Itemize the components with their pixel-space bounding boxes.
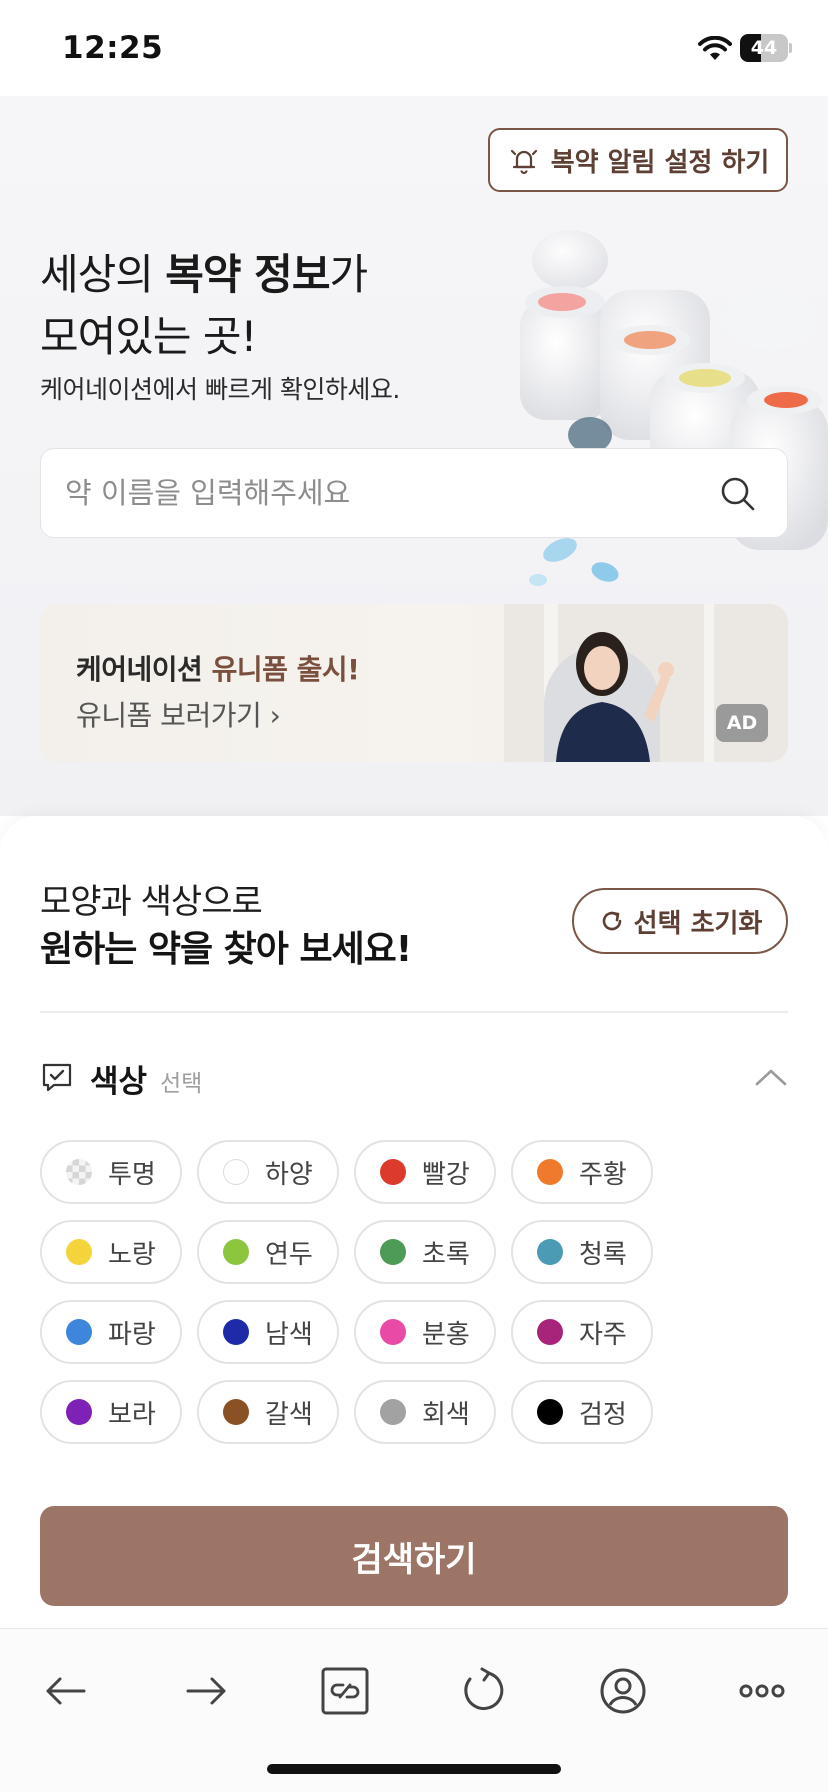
back-icon xyxy=(46,1677,86,1705)
medication-alarm-button[interactable]: 복약 알림 설정 하기 xyxy=(488,128,788,192)
search-icon[interactable] xyxy=(719,475,757,513)
battery-icon: 44 xyxy=(740,34,792,62)
home-indicator xyxy=(267,1764,561,1774)
color-swatch xyxy=(537,1159,563,1185)
color-chip-label: 빨강 xyxy=(422,1159,470,1190)
color-chip-label: 주황 xyxy=(579,1159,627,1190)
color-chip[interactable]: 분홍 xyxy=(354,1300,496,1364)
status-time: 12:25 xyxy=(62,30,164,66)
profile-icon xyxy=(600,1668,646,1714)
profile-button[interactable] xyxy=(591,1659,655,1723)
hero-title-line2: 모여있는 곳! xyxy=(40,312,257,361)
color-chip[interactable]: 연두 xyxy=(197,1220,339,1284)
more-button[interactable] xyxy=(730,1659,794,1723)
banner-title-pre: 케어네이션 xyxy=(76,653,212,686)
color-chip[interactable]: 남색 xyxy=(197,1300,339,1364)
color-swatch xyxy=(223,1159,249,1185)
reset-button-label: 선택 초기화 xyxy=(633,908,763,939)
color-chip[interactable]: 빨강 xyxy=(354,1140,496,1204)
color-swatch xyxy=(66,1319,92,1345)
color-chip[interactable]: 파랑 xyxy=(40,1300,182,1364)
color-swatch xyxy=(380,1319,406,1345)
color-chip[interactable]: 초록 xyxy=(354,1220,496,1284)
color-swatch xyxy=(537,1319,563,1345)
color-swatch xyxy=(66,1239,92,1265)
color-chip-label: 연두 xyxy=(265,1239,313,1270)
hero-title-post: 가 xyxy=(329,250,368,299)
chevron-up-icon[interactable] xyxy=(754,1062,788,1092)
medicine-search-input[interactable] xyxy=(65,449,685,537)
color-swatch xyxy=(223,1399,249,1425)
alarm-button-label: 복약 알림 설정 하기 xyxy=(550,147,770,178)
color-swatch xyxy=(537,1239,563,1265)
color-chip[interactable]: 검정 xyxy=(511,1380,653,1444)
hero-subtitle: 케어네이션에서 빠르게 확인하세요. xyxy=(40,375,400,404)
color-chip-label: 분홍 xyxy=(422,1319,470,1350)
more-icon xyxy=(739,1684,785,1698)
color-swatch xyxy=(66,1159,92,1185)
color-section-header[interactable]: 색상 선택 xyxy=(40,1056,788,1100)
color-swatch xyxy=(380,1239,406,1265)
color-swatch xyxy=(223,1239,249,1265)
color-chip-label: 회색 xyxy=(422,1399,470,1430)
color-swatch xyxy=(380,1399,406,1425)
color-chip-label: 초록 xyxy=(422,1239,470,1270)
status-bar: 12:25 44 xyxy=(0,0,828,96)
color-chip[interactable]: 하양 xyxy=(197,1140,339,1204)
color-chip-label: 보라 xyxy=(108,1399,156,1430)
color-chip-label: 자주 xyxy=(579,1319,627,1350)
color-chip-label: 검정 xyxy=(579,1399,627,1430)
checkbox-icon xyxy=(42,1063,72,1092)
forward-button[interactable] xyxy=(174,1659,238,1723)
color-swatch xyxy=(537,1399,563,1425)
color-chip[interactable]: 갈색 xyxy=(197,1380,339,1444)
medicine-search-box[interactable] xyxy=(40,448,788,538)
pill-bottles-illustration xyxy=(520,230,828,586)
search-button[interactable]: 검색하기 xyxy=(40,1506,788,1606)
refresh-button[interactable] xyxy=(452,1659,516,1723)
forward-icon xyxy=(186,1677,226,1705)
filter-heading-line1: 모양과 색상으로 xyxy=(40,882,263,922)
color-chip[interactable]: 주황 xyxy=(511,1140,653,1204)
color-section-title: 색상 xyxy=(90,1064,148,1100)
bell-icon xyxy=(510,149,537,175)
color-swatch xyxy=(223,1319,249,1345)
color-section-subtitle: 선택 xyxy=(160,1071,203,1097)
reset-selection-button[interactable]: 선택 초기화 xyxy=(572,888,788,954)
color-chip[interactable]: 자주 xyxy=(511,1300,653,1364)
reset-icon xyxy=(602,911,621,931)
color-chip[interactable]: 보라 xyxy=(40,1380,182,1444)
back-button[interactable] xyxy=(34,1659,98,1723)
color-chip-label: 남색 xyxy=(265,1319,313,1350)
color-chip[interactable]: 회색 xyxy=(354,1380,496,1444)
hero-title: 세상의 복약 정보가 모여있는 곳! xyxy=(40,244,368,368)
banner-title: 케어네이션 유니폼 출시! xyxy=(76,648,360,688)
link-button[interactable] xyxy=(313,1659,377,1723)
color-chip-label: 노랑 xyxy=(108,1239,156,1270)
refresh-icon xyxy=(464,1667,504,1710)
uniform-ad-banner[interactable]: 케어네이션 유니폼 출시! 유니폼 보러가기 › AD xyxy=(40,604,788,762)
link-icon xyxy=(321,1667,369,1715)
banner-link[interactable]: 유니폼 보러가기 › xyxy=(76,694,281,734)
color-chip-label: 청록 xyxy=(579,1239,627,1270)
color-chip-label: 갈색 xyxy=(265,1399,313,1430)
battery-level: 44 xyxy=(750,37,778,59)
ad-badge: AD xyxy=(716,704,768,742)
color-chip-label: 투명 xyxy=(108,1159,156,1190)
color-chip[interactable]: 청록 xyxy=(511,1220,653,1284)
color-swatch xyxy=(66,1399,92,1425)
color-swatch xyxy=(380,1159,406,1185)
color-chip-label: 파랑 xyxy=(108,1319,156,1350)
filter-heading-line2: 원하는 약을 찾아 보세요! xyxy=(40,929,412,970)
divider xyxy=(40,1011,788,1013)
banner-title-accent: 유니폼 출시! xyxy=(211,653,360,686)
hero-title-bold: 복약 정보 xyxy=(165,250,330,299)
hero-title-pre: 세상의 xyxy=(40,250,166,299)
color-chip[interactable]: 노랑 xyxy=(40,1220,182,1284)
wifi-icon xyxy=(698,36,732,60)
color-chip[interactable]: 투명 xyxy=(40,1140,182,1204)
color-chip-label: 하양 xyxy=(265,1159,313,1190)
